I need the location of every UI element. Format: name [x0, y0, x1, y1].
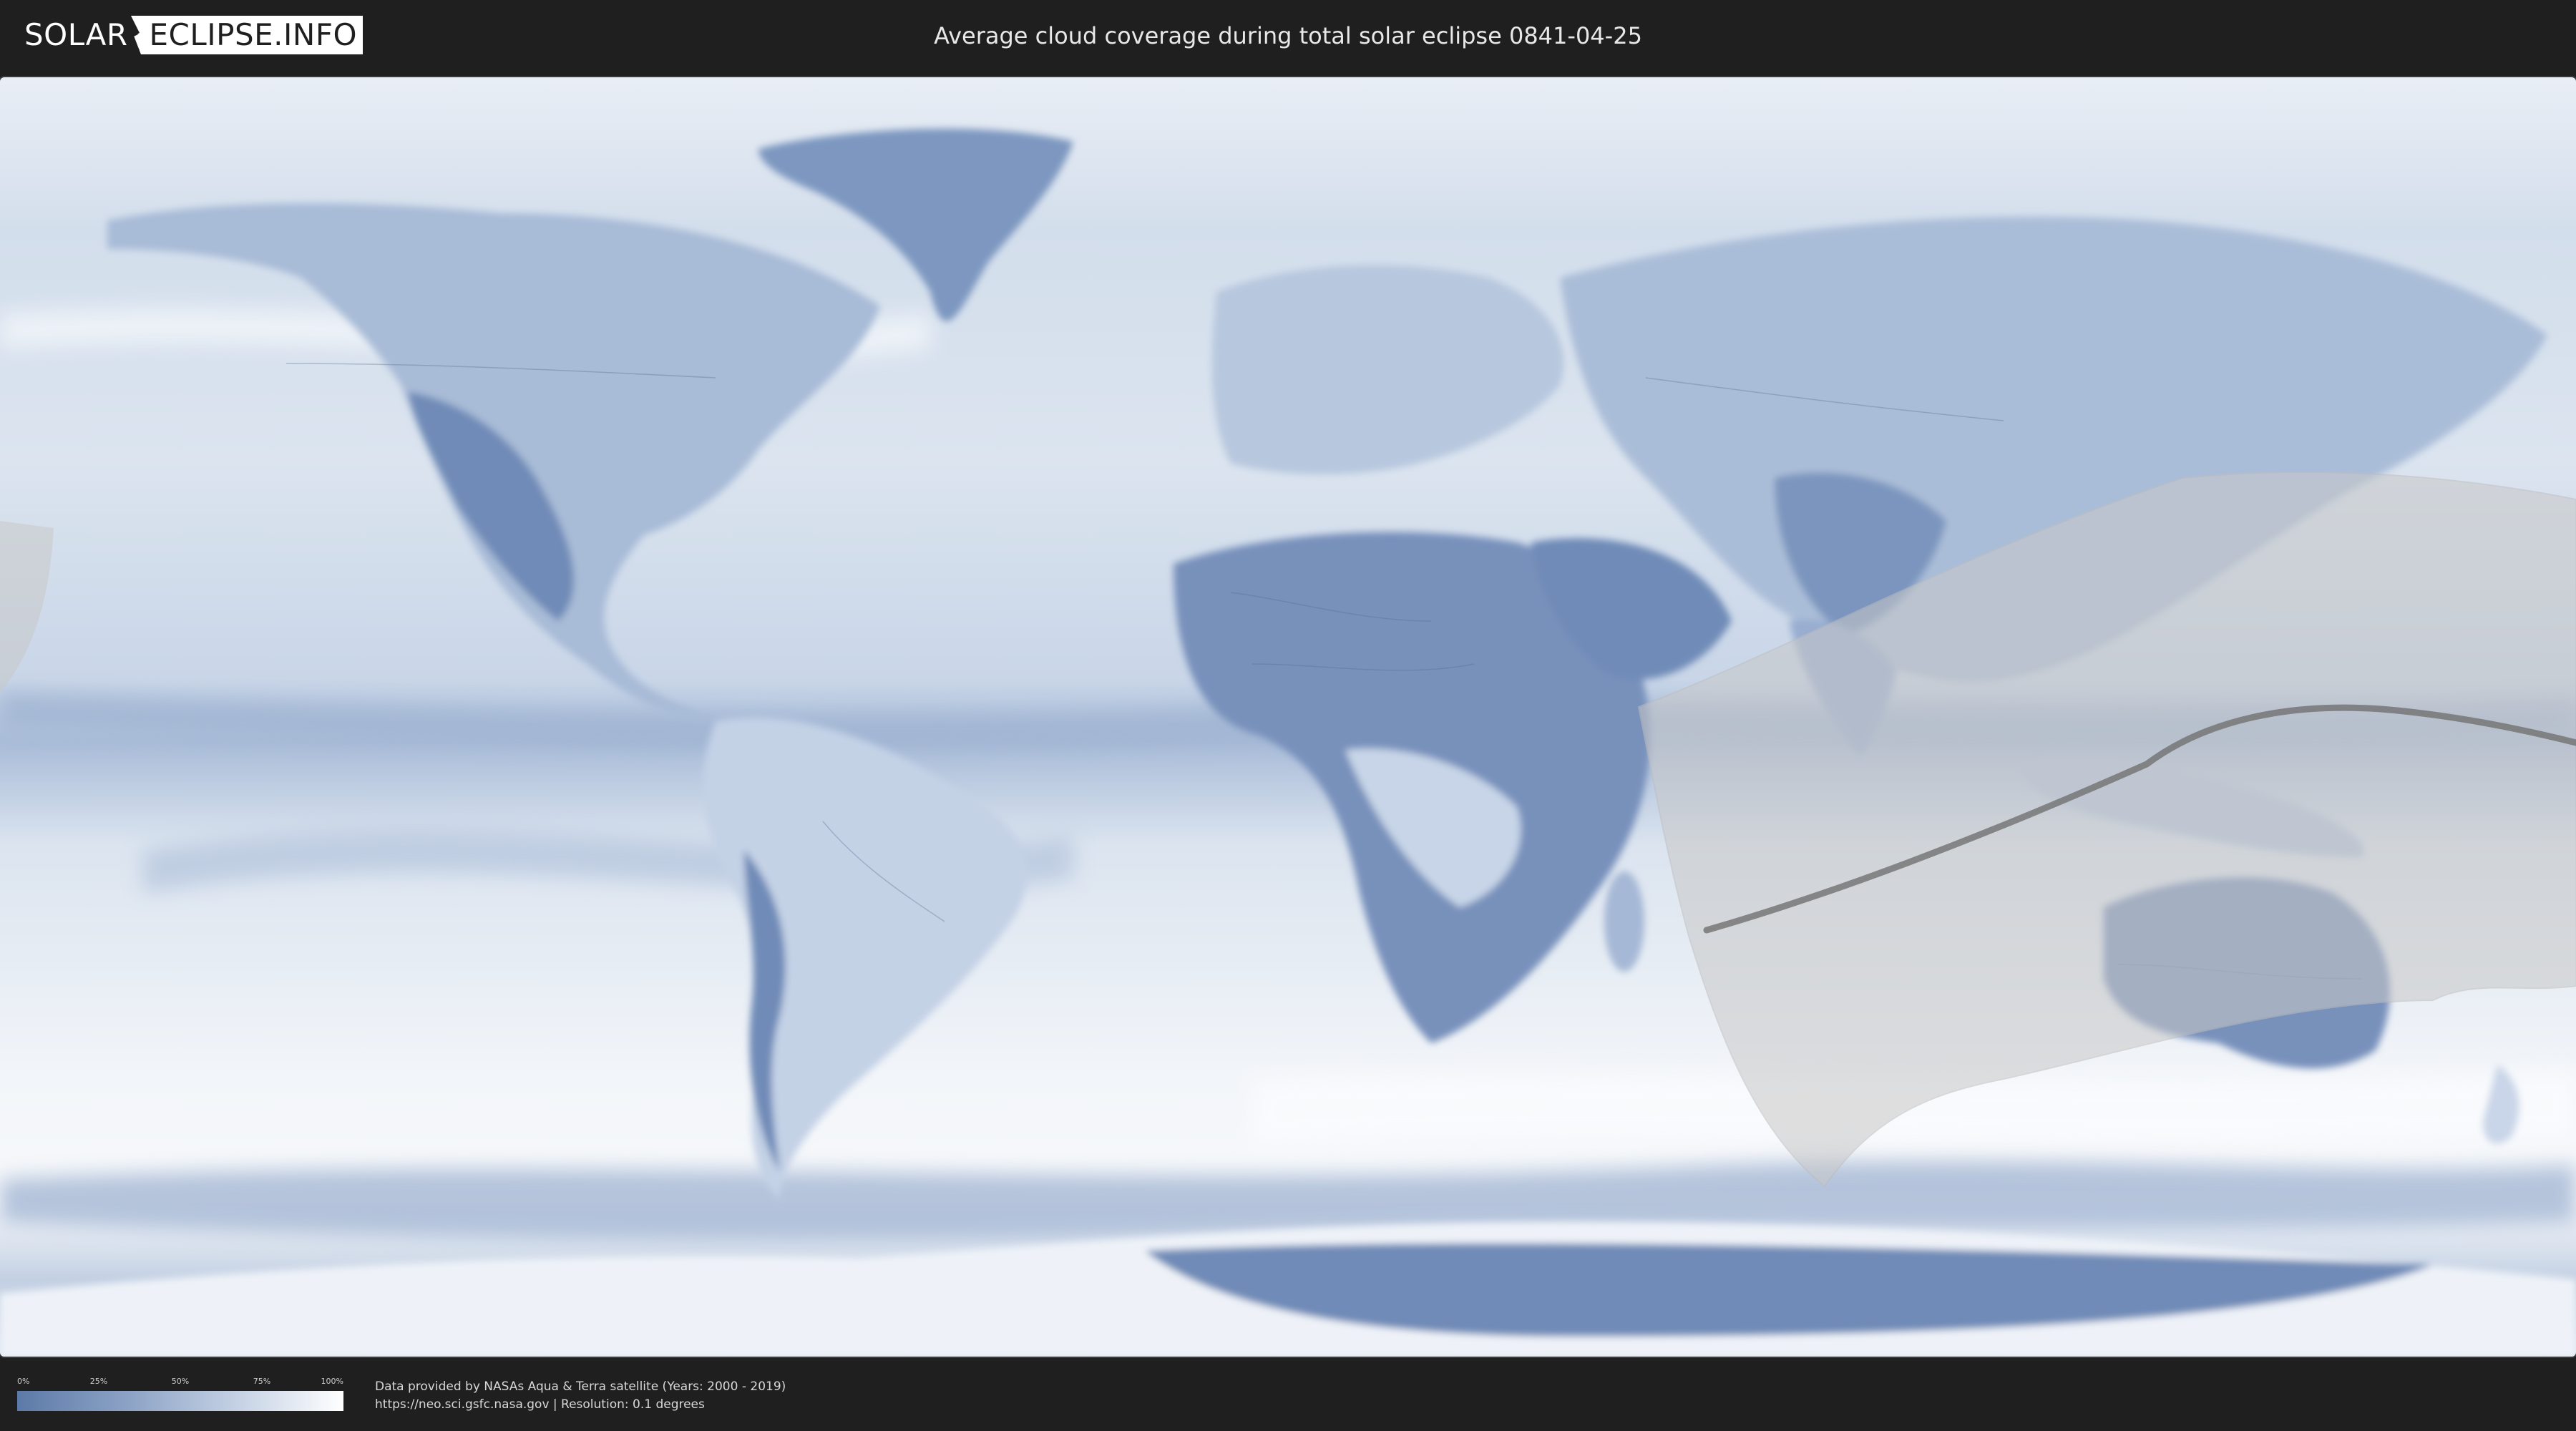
credits: Data provided by NASAs Aqua & Terra sate… — [375, 1378, 786, 1414]
legend-tick-75: 75% — [253, 1377, 271, 1386]
legend-gradient-bar — [17, 1391, 343, 1411]
cloud-legend: 0% 25% 50% 75% 100% — [17, 1377, 343, 1414]
legend-tick-25: 25% — [89, 1377, 108, 1386]
cloud-coverage-map[interactable] — [0, 77, 2576, 1357]
page: SOLAR ECLIPSE.INFO Average cloud coverag… — [0, 0, 2576, 1431]
source-line[interactable]: https://neo.sci.gsfc.nasa.gov | Resoluti… — [375, 1396, 786, 1414]
footer: 0% 25% 50% 75% 100% Data provided by NAS… — [0, 1359, 2576, 1431]
legend-tick-100: 100% — [321, 1377, 343, 1386]
legend-ticks: 0% 25% 50% 75% 100% — [17, 1377, 343, 1388]
legend-tick-0: 0% — [17, 1377, 30, 1386]
header: SOLAR ECLIPSE.INFO Average cloud coverag… — [0, 0, 2576, 72]
page-title: Average cloud coverage during total sola… — [934, 22, 1642, 49]
map-svg — [0, 77, 2576, 1357]
legend-tick-50: 50% — [171, 1377, 190, 1386]
credit-line: Data provided by NASAs Aqua & Terra sate… — [375, 1379, 786, 1394]
madagascar — [1604, 871, 1644, 972]
